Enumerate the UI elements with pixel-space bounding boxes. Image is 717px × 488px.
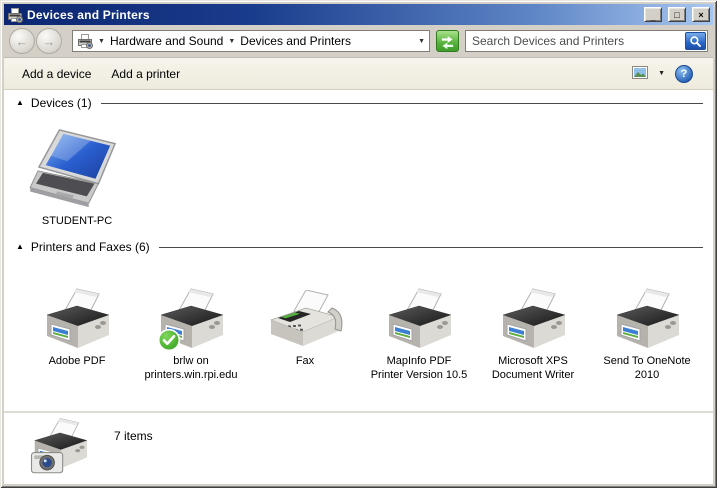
devices-group-label: Devices (1) bbox=[30, 96, 92, 110]
printer-label: Adobe PDF bbox=[48, 355, 106, 367]
printer-icon bbox=[46, 288, 110, 349]
title-bar[interactable]: Devices and Printers _ □ × bbox=[4, 4, 713, 25]
printer-label: Send To OneNote 2010 bbox=[603, 355, 691, 381]
printer-label: Fax bbox=[295, 355, 315, 367]
printer-icon bbox=[616, 288, 680, 349]
breadcrumb[interactable]: ▼ Hardware and Sound ▼ Devices and Print… bbox=[72, 30, 430, 52]
add-printer-button[interactable]: Add a printer bbox=[101, 62, 190, 86]
printers-group-label: Printers and Faxes (6) bbox=[30, 240, 150, 254]
breadcrumb-item-devices-and-printers[interactable]: Devices and Printers bbox=[240, 34, 351, 48]
views-button[interactable] bbox=[632, 65, 649, 82]
add-device-button[interactable]: Add a device bbox=[12, 62, 101, 86]
devices-group-header[interactable]: ▲ Devices (1) bbox=[16, 94, 713, 112]
printers-row: Adobe PDF brlw on printers.win.rpi.edu F… bbox=[20, 284, 713, 382]
collapse-arrow-icon: ▲ bbox=[16, 241, 24, 251]
device-label: STUDENT-PC bbox=[41, 215, 113, 227]
chevron-down-icon[interactable]: ▼ bbox=[228, 38, 235, 45]
device-item-student-pc[interactable]: STUDENT-PC bbox=[20, 128, 134, 228]
refresh-icon bbox=[441, 35, 454, 49]
details-pane: 7 items bbox=[4, 413, 713, 484]
collapse-arrow-icon: ▲ bbox=[16, 97, 24, 107]
forward-button[interactable]: → bbox=[36, 28, 62, 54]
breadcrumb-item-hardware-and-sound[interactable]: Hardware and Sound bbox=[110, 34, 223, 48]
help-button[interactable]: ? bbox=[675, 64, 693, 83]
command-bar: Add a device Add a printer ▼ ? bbox=[4, 58, 713, 90]
group-header-rule bbox=[100, 102, 703, 104]
back-button[interactable]: ← bbox=[9, 28, 35, 54]
back-icon: ← bbox=[15, 33, 29, 49]
search-icon bbox=[690, 35, 701, 47]
search-input[interactable] bbox=[472, 34, 685, 48]
views-icon bbox=[632, 65, 649, 79]
items-count: 7 items bbox=[114, 429, 153, 443]
printer-item-fax[interactable]: Fax bbox=[248, 284, 362, 382]
maximize-button[interactable]: □ bbox=[668, 7, 686, 22]
window-title: Devices and Printers bbox=[27, 7, 150, 22]
minimize-button[interactable]: _ bbox=[644, 7, 662, 22]
breadcrumb-history-dropdown chevron-down-icon[interactable]: ▼ bbox=[418, 38, 425, 45]
printer-item-mapinfo-pdf[interactable]: MapInfo PDF Printer Version 10.5 bbox=[362, 284, 476, 382]
close-button[interactable]: × bbox=[692, 7, 710, 22]
printer-camera-icon bbox=[30, 418, 88, 474]
default-check-icon bbox=[157, 328, 181, 352]
command-bar-right: ▼ ? bbox=[632, 64, 705, 83]
printer-icon bbox=[388, 288, 452, 349]
printer-item-onenote[interactable]: Send To OneNote 2010 bbox=[590, 284, 704, 382]
window-printer-icon bbox=[8, 7, 23, 23]
printer-item-adobe-pdf[interactable]: Adobe PDF bbox=[20, 284, 134, 382]
group-header-rule bbox=[158, 246, 703, 248]
devices-row: STUDENT-PC bbox=[20, 128, 713, 228]
views-dropdown chevron-down-icon[interactable]: ▼ bbox=[658, 70, 665, 77]
laptop-icon bbox=[29, 129, 117, 208]
search-box bbox=[465, 30, 708, 52]
refresh-button[interactable] bbox=[436, 30, 459, 52]
search-button[interactable] bbox=[685, 32, 706, 50]
nav-buttons: ← → bbox=[9, 28, 62, 54]
printers-group-header[interactable]: ▲ Printers and Faxes (6) bbox=[16, 238, 713, 256]
printer-label: MapInfo PDF Printer Version 10.5 bbox=[370, 355, 468, 381]
printer-item-brlw[interactable]: brlw on printers.win.rpi.edu bbox=[134, 284, 248, 382]
forward-icon: → bbox=[42, 33, 56, 49]
chevron-down-icon[interactable]: ▼ bbox=[98, 38, 105, 45]
fax-icon bbox=[270, 290, 343, 347]
location-printer-icon bbox=[78, 34, 93, 49]
printer-item-xps-writer[interactable]: Microsoft XPS Document Writer bbox=[476, 284, 590, 382]
help-icon: ? bbox=[680, 67, 688, 80]
navigation-bar: ← → ▼ Hardware and Sound ▼ Devices and P… bbox=[4, 25, 713, 58]
items-view: ▲ Devices (1) STUDENT-PC ▲ Printers and … bbox=[4, 90, 713, 411]
devices-and-printers-window: Devices and Printers _ □ × ← → ▼ Hardwar… bbox=[0, 0, 717, 488]
printer-icon bbox=[502, 288, 566, 349]
printer-label: Microsoft XPS Document Writer bbox=[491, 355, 575, 381]
printer-label: brlw on printers.win.rpi.edu bbox=[144, 355, 238, 381]
